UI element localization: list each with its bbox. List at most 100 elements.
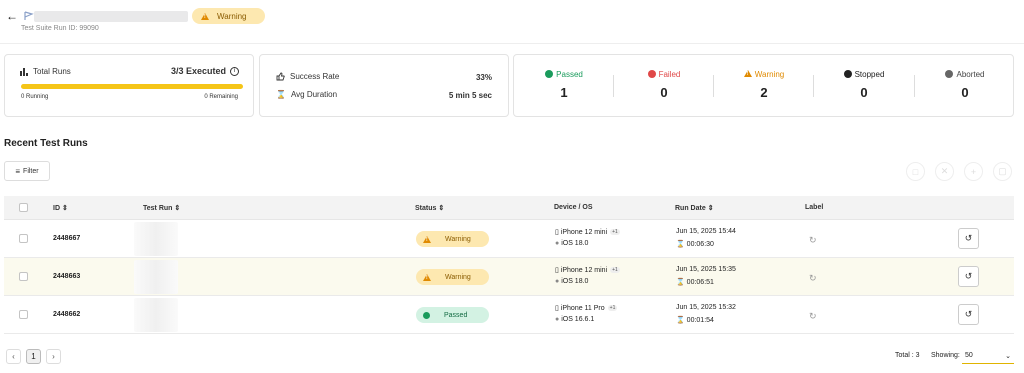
hourglass-icon: ⌛ — [676, 317, 685, 324]
add-label-toolbar-button[interactable]: + — [964, 162, 983, 181]
back-arrow-icon[interactable]: ← — [6, 10, 18, 22]
os-version: iOS 18.0 — [561, 278, 589, 285]
stat-failed: Failed 0 — [614, 55, 714, 118]
stat-value: 2 — [760, 85, 768, 100]
delete-toolbar-button[interactable]: ▢ — [993, 162, 1012, 181]
chevron-right-icon: › — [52, 352, 55, 361]
run-date: Jun 15, 2025 15:32 — [676, 304, 736, 311]
stat-value: 0 — [860, 85, 868, 100]
executed-label: 3/3 Executed — [170, 66, 226, 76]
check-circle-icon — [545, 70, 554, 78]
column-device-os-label: Device / OS — [554, 204, 593, 211]
cancel-toolbar-button[interactable]: ✕ — [935, 162, 954, 181]
remaining-count: 0 Remaining — [204, 94, 238, 100]
total-count: Total : 3 — [895, 352, 920, 359]
device-line: ▯ iPhone 11 Pro +1 — [555, 304, 618, 312]
filter-label: Filter — [23, 167, 39, 175]
table-row[interactable]: 2448663 Warning ▯ iPhone 12 mini+1 ● iOS… — [4, 258, 1014, 296]
stat-stopped: Stopped 0 — [814, 55, 914, 118]
apple-icon: ● — [555, 240, 560, 247]
row-checkbox[interactable] — [19, 310, 28, 319]
column-status[interactable]: Status ⇕ — [415, 204, 444, 212]
status-pill: Warning — [416, 269, 489, 285]
row-id[interactable]: 2448667 — [53, 235, 80, 242]
column-device-os: Device / OS — [554, 204, 593, 211]
row-id[interactable]: 2448662 — [53, 311, 80, 318]
apple-icon: ● — [555, 316, 560, 323]
previous-page-button[interactable]: ‹ — [6, 349, 21, 364]
info-icon[interactable]: i — [230, 66, 239, 76]
stat-label: Passed — [556, 70, 583, 79]
stat-warning: Warning 2 — [714, 55, 814, 118]
status-pill: Passed — [416, 307, 489, 323]
phone-icon: ▯ — [555, 267, 559, 274]
test-run-name-redacted — [134, 298, 178, 332]
add-label-icon[interactable]: ↻ — [809, 235, 817, 246]
run-duration-line: ⌛ 00:06:30 — [676, 240, 714, 248]
success-card: Success Rate 33% ⌛ Avg Duration 5 min 5 … — [259, 54, 509, 117]
success-rate-value: 33% — [475, 73, 492, 82]
stat-value: 1 — [560, 85, 568, 100]
minus-circle-icon — [945, 70, 954, 78]
column-test-run[interactable]: Test Run ⇕ — [143, 204, 180, 212]
device-name: iPhone 11 Pro — [560, 305, 605, 312]
row-id[interactable]: 2448663 — [53, 273, 80, 280]
next-page-button[interactable]: › — [46, 349, 61, 364]
total-runs-label: Total Runs — [33, 67, 71, 76]
stat-label: Stopped — [854, 70, 885, 79]
x-circle-icon: ✕ — [940, 166, 949, 176]
avg-duration-row: ⌛ Avg Duration — [276, 90, 337, 99]
trash-icon: ▢ — [998, 166, 1007, 176]
total-runs-card: Total Runs 3/3 Executed i 0 Running 0 Re… — [4, 54, 254, 117]
comment-icon: □ — [912, 166, 919, 177]
filter-button[interactable]: ≡ Filter — [4, 161, 50, 181]
total-runs-header: Total Runs — [20, 67, 71, 76]
device-extra-badge[interactable]: +1 — [607, 305, 618, 311]
row-checkbox[interactable] — [19, 234, 28, 243]
sort-icon: ⇕ — [438, 205, 445, 212]
device-line: ▯ iPhone 12 mini +1 — [555, 228, 620, 236]
column-run-date[interactable]: Run Date ⇕ — [675, 204, 714, 212]
column-label-label: Label — [805, 204, 824, 211]
os-line: ● iOS 18.0 — [555, 278, 588, 285]
add-label-icon[interactable]: ↻ — [809, 273, 817, 284]
chevron-down-icon: ⌄ — [1005, 352, 1011, 360]
column-run-date-label: Run Date — [675, 205, 706, 212]
run-duration-line: ⌛ 00:06:51 — [676, 278, 714, 286]
rerun-button[interactable]: ↺ — [958, 304, 979, 325]
page-size-value: 50 — [965, 352, 973, 359]
column-id-label: ID — [53, 205, 60, 212]
warning-triangle-icon — [743, 70, 752, 77]
device-extra-badge[interactable]: +1 — [610, 267, 620, 273]
run-id: Test Suite Run ID: 99090 — [21, 25, 99, 32]
test-run-name-redacted — [134, 260, 178, 294]
stat-passed: Passed 1 — [514, 55, 614, 118]
device-extra-badge[interactable]: +1 — [610, 229, 620, 235]
page-button[interactable]: 1 — [26, 349, 41, 364]
table-row[interactable]: 2448667 Warning ▯ iPhone 12 mini+1 ● iOS… — [4, 220, 1014, 258]
status-pill-label: Passed — [444, 311, 468, 319]
status-pill: Warning — [416, 231, 489, 247]
hourglass-icon: ⌛ — [676, 241, 685, 248]
column-id[interactable]: ID ⇕ — [53, 204, 68, 212]
add-label-icon[interactable]: ↻ — [809, 311, 817, 322]
x-circle-icon — [647, 70, 656, 78]
header-divider — [0, 43, 1024, 44]
select-all-checkbox[interactable] — [19, 203, 28, 212]
thumbs-up-icon — [276, 72, 285, 81]
comment-toolbar-button[interactable]: □ — [906, 162, 925, 181]
rerun-button[interactable]: ↺ — [958, 266, 979, 287]
hourglass-icon: ⌛ — [276, 90, 286, 99]
table-row[interactable]: 2448662 Passed ▯ iPhone 11 Pro +1 ● iOS 1… — [4, 296, 1014, 334]
success-rate-row: Success Rate — [276, 72, 339, 81]
run-duration: 00:01:54 — [686, 317, 714, 324]
chevron-left-icon: ‹ — [12, 352, 15, 361]
column-label: Label — [805, 204, 823, 211]
page-size-select[interactable]: 50 ⌄ — [962, 348, 1014, 364]
table-header: ID ⇕ Test Run ⇕ Status ⇕ Device / OS Run… — [4, 196, 1014, 220]
row-checkbox[interactable] — [19, 272, 28, 281]
filter-icon: ≡ — [15, 166, 21, 176]
os-version: iOS 18.0 — [561, 240, 589, 247]
rerun-button[interactable]: ↺ — [958, 228, 979, 249]
running-count: 0 Running — [21, 94, 49, 100]
